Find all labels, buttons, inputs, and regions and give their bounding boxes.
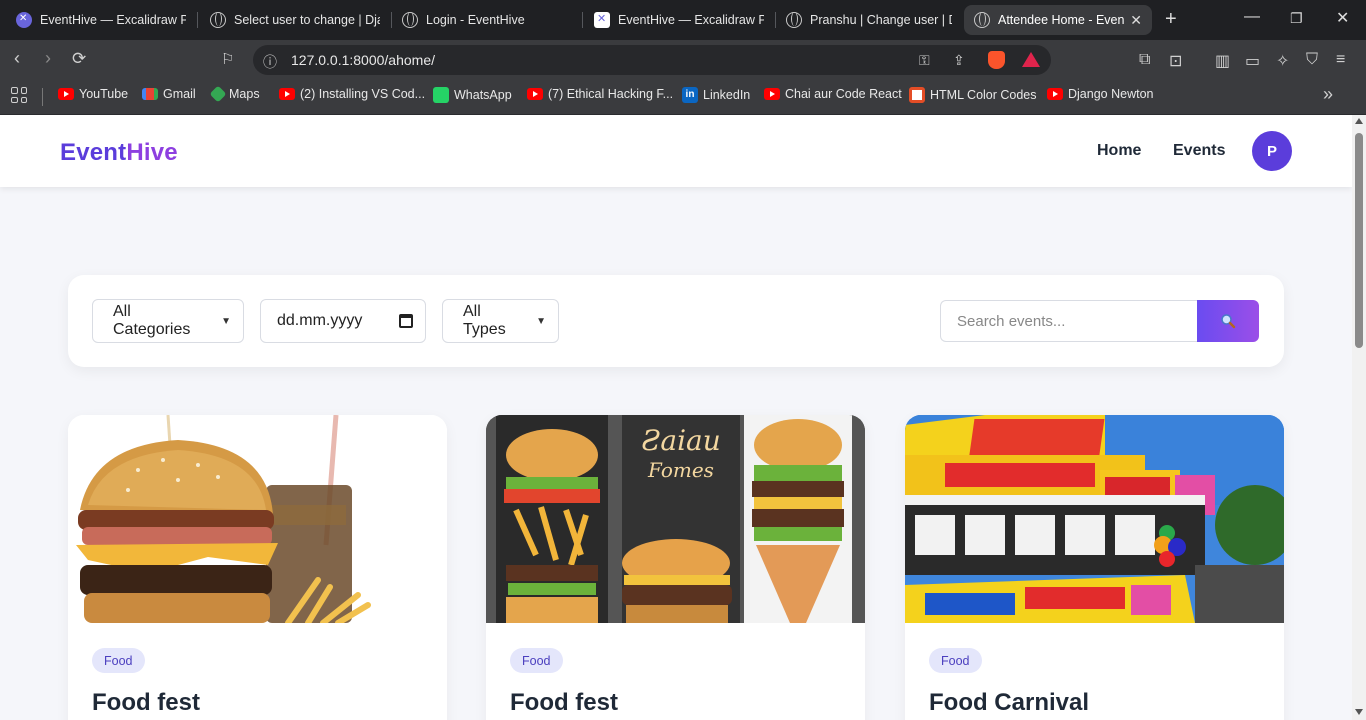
date-input[interactable]: dd.mm.yyyy [260, 299, 426, 343]
page-viewport: EventHive Home Events P All Categories ▼… [0, 115, 1352, 720]
category-badge: Food [92, 648, 145, 673]
site-info-icon[interactable]: ⓘ [263, 52, 277, 72]
globe-icon [210, 12, 226, 28]
type-select[interactable]: All Types ▼ [442, 299, 559, 343]
nav-events-link[interactable]: Events [1173, 142, 1225, 160]
linkedin-icon: in [682, 87, 698, 103]
bookmark-chai-aur-code[interactable]: Chai aur Code React [764, 87, 902, 101]
svg-text:Fomes: Fomes [647, 458, 714, 482]
extensions-icon[interactable]: ⧉ [1139, 51, 1150, 69]
search-button[interactable] [1197, 300, 1259, 342]
event-image [905, 415, 1284, 623]
share-icon[interactable]: ⇪ [953, 52, 965, 69]
browser-tab-strip: EventHive — Excalidraw Plu Select user t… [0, 0, 1366, 40]
leo-ai-icon[interactable]: ✧ [1276, 51, 1289, 71]
chevron-down-icon: ▼ [221, 315, 231, 327]
event-image: Ƨaiau Fomes [486, 415, 865, 623]
event-title[interactable]: Food fest [92, 689, 200, 717]
bookmark-html-color-codes[interactable]: HTML Color Codes [909, 87, 1037, 103]
search-icon [1221, 314, 1236, 329]
calendar-icon[interactable] [399, 314, 413, 328]
bookmark-vscode-video[interactable]: (2) Installing VS Cod... [279, 87, 425, 101]
close-window-icon[interactable]: ✕ [1336, 8, 1349, 28]
search-input[interactable]: Search events... [940, 300, 1198, 342]
minimize-icon[interactable]: — [1244, 8, 1260, 26]
globe-icon [786, 12, 802, 28]
browser-tab-active[interactable]: Attendee Home - Even ✕ [964, 5, 1152, 35]
brave-shields-icon[interactable] [988, 51, 1005, 69]
gmail-icon [142, 88, 158, 100]
scroll-up-icon[interactable] [1355, 118, 1363, 124]
youtube-icon [764, 88, 780, 100]
site-logo[interactable]: EventHive [60, 139, 178, 167]
brave-rewards-icon[interactable] [1022, 52, 1040, 67]
excalidraw-icon [594, 12, 610, 28]
scroll-down-icon[interactable] [1355, 709, 1363, 715]
browser-tab[interactable]: Select user to change | Dja [200, 5, 390, 35]
menu-icon[interactable]: ≡ [1336, 51, 1345, 69]
chevron-down-icon: ▼ [536, 315, 546, 327]
sidebar-icon[interactable]: ▥ [1215, 51, 1230, 71]
forward-icon[interactable]: › [45, 48, 51, 69]
back-icon[interactable]: ‹ [14, 48, 20, 69]
bookmark-icon[interactable]: ⚐ [221, 50, 234, 68]
bookmark-linkedin[interactable]: in LinkedIn [682, 87, 750, 103]
maps-icon [209, 85, 227, 103]
excalidraw-icon [16, 12, 32, 28]
browser-tab[interactable]: Pranshu | Change user | Dja [776, 5, 962, 35]
bookmark-django-newton[interactable]: Django Newton [1047, 87, 1153, 101]
youtube-icon [279, 88, 295, 100]
htmlcolor-icon [909, 87, 925, 103]
page-scrollbar[interactable] [1352, 115, 1366, 720]
new-tab-button[interactable]: + [1165, 8, 1177, 31]
youtube-icon [527, 88, 543, 100]
youtube-icon [1047, 88, 1063, 100]
nav-home-link[interactable]: Home [1097, 142, 1141, 160]
apps-icon[interactable] [11, 87, 27, 103]
bookmark-maps[interactable]: Maps [209, 85, 260, 103]
scroll-thumb[interactable] [1355, 133, 1363, 348]
filter-bar: All Categories ▼ dd.mm.yyyy All Types ▼ … [68, 275, 1284, 367]
key-icon[interactable]: ⚿ [919, 52, 930, 69]
event-image [68, 415, 447, 623]
youtube-icon [58, 88, 74, 100]
category-badge: Food [510, 648, 563, 673]
reload-icon[interactable]: ⟳ [72, 49, 86, 69]
svg-text:Ƨaiau: Ƨaiau [641, 424, 721, 457]
close-tab-icon[interactable]: ✕ [1130, 12, 1142, 29]
bookmark-whatsapp[interactable]: WhatsApp [433, 87, 512, 103]
more-bookmarks-icon[interactable]: » [1323, 84, 1333, 105]
whatsapp-icon [433, 87, 449, 103]
bookmark-ethical-hacking[interactable]: (7) Ethical Hacking F... [527, 87, 673, 101]
bookmark-gmail[interactable]: Gmail [142, 87, 196, 101]
user-avatar[interactable]: P [1252, 131, 1292, 171]
screenshot-icon[interactable]: ⊡ [1169, 51, 1182, 71]
browser-tab[interactable]: EventHive — Excalidraw Plu [584, 5, 774, 35]
vpn-icon[interactable]: ⛉ [1306, 51, 1318, 69]
browser-tab[interactable]: EventHive — Excalidraw Plu [6, 5, 196, 35]
wallet-icon[interactable]: ▭ [1245, 51, 1260, 71]
event-title[interactable]: Food Carnival [929, 689, 1089, 717]
event-card[interactable]: Ƨaiau Fomes Food Food fest [486, 415, 865, 720]
event-card[interactable]: Food Food fest [68, 415, 447, 720]
url-text[interactable]: 127.0.0.1:8000/ahome/ [291, 52, 435, 68]
globe-icon [402, 12, 418, 28]
event-card[interactable]: Food Food Carnival [905, 415, 1284, 720]
browser-tab[interactable]: Login - EventHive [392, 5, 580, 35]
site-header: EventHive Home Events P [0, 115, 1352, 187]
category-badge: Food [929, 648, 982, 673]
bookmark-youtube[interactable]: YouTube [58, 87, 128, 101]
globe-icon [974, 12, 990, 28]
event-title[interactable]: Food fest [510, 689, 618, 717]
category-select[interactable]: All Categories ▼ [92, 299, 244, 343]
maximize-icon[interactable]: ❐ [1290, 10, 1303, 27]
